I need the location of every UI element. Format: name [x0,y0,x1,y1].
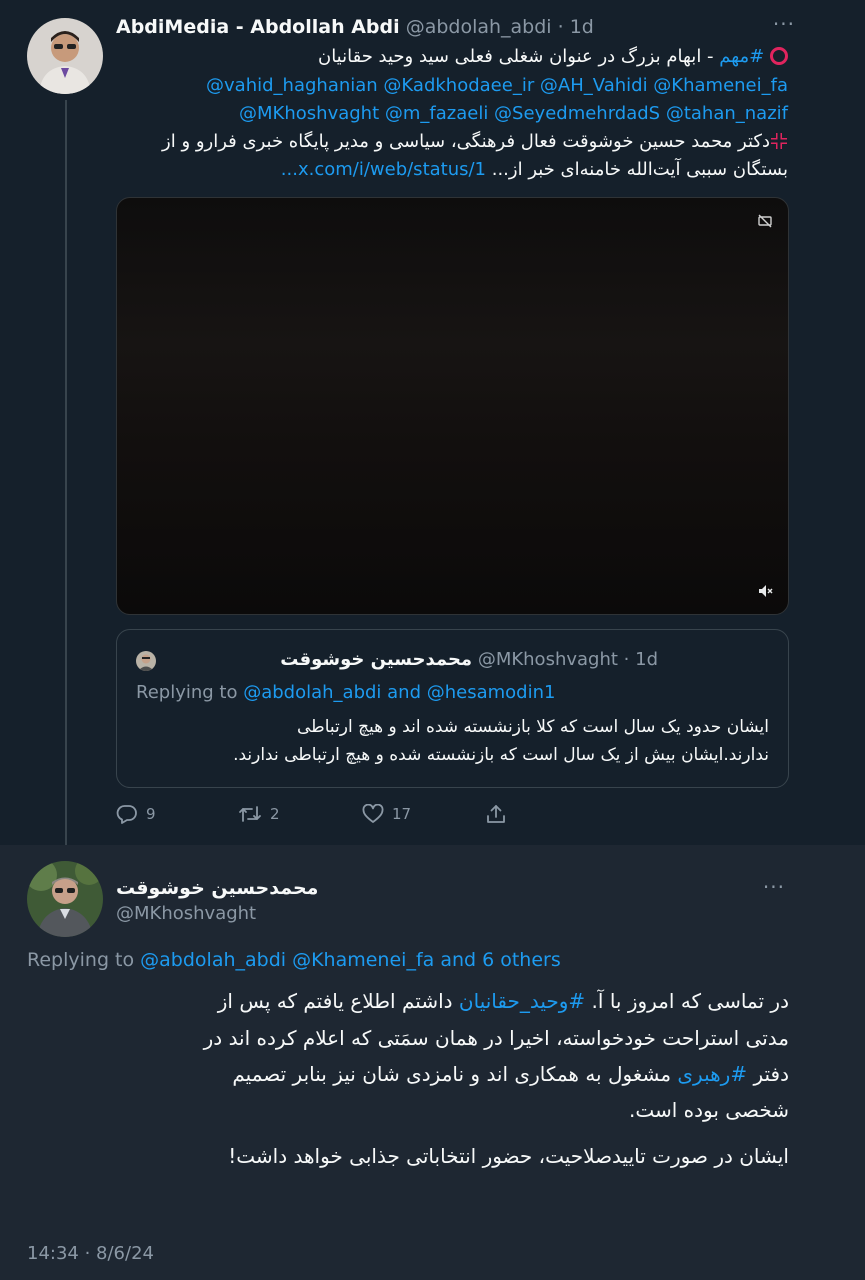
more-options-icon[interactable]: ··· [773,14,795,34]
thread-connector [65,100,67,845]
anger-icon [771,133,787,149]
reply-button[interactable]: 9 [116,804,156,824]
share-button[interactable] [486,804,506,824]
replying-to: Replying to @abdolah_abdi @Khamenei_fa a… [27,949,561,971]
hashtag-link[interactable]: #رهبری [677,1062,747,1086]
tweet-time[interactable]: · 1d [624,649,658,670]
heart-icon [362,804,384,823]
replying-to-links[interactable]: @abdolah_abdi @Khamenei_fa and 6 others [140,949,561,971]
avatar [136,651,156,671]
mute-icon[interactable] [758,584,774,598]
mentions-line[interactable]: @MKhoshvaght @m_fazaeli @SeyedmehrdadS @… [239,101,788,127]
more-options-icon[interactable]: ··· [763,877,785,897]
author-name[interactable]: AbdiMedia - Abdollah Abdi [116,16,400,38]
tweet-text-line: بستگان سببی آیت‌الله خامنه‌ای خبر از... … [280,159,788,180]
quote-text-line: ایشان حدود یک سال است که کلا بازنشسته شد… [297,717,769,737]
tweet-text-line: در تماسی که امروز با آ. #وحید_حقانیان دا… [217,989,789,1013]
like-count: 17 [392,805,412,823]
share-icon [487,805,505,823]
author-name[interactable]: محمدحسین خوشوقت [116,877,318,899]
video-player[interactable] [116,197,789,615]
quote-text-line: ندارند.ایشان بیش از یک سال است که بازنشس… [233,745,769,765]
tweet-text-line: مدتی استراحت خودخواسته، اخیرا در همان سم… [203,1026,789,1050]
like-button[interactable]: 17 [362,804,411,824]
retweet-button[interactable]: 2 [238,804,280,824]
tweet-header: AbdiMedia - Abdollah Abdi @abdolah_abdi … [116,16,594,38]
mentions-line[interactable]: @vahid_haghanian @Kadkhodaee_ir @AH_Vahi… [206,73,788,99]
author-handle[interactable]: @abdolah_abdi [406,16,552,38]
quality-icon[interactable] [758,214,772,228]
red-circle-icon [770,47,788,65]
quote-header: محمدحسین خوشوقت @MKhoshvaght · 1d [280,649,658,670]
hashtag-link[interactable]: #مهم [719,46,764,67]
quoted-tweet[interactable]: محمدحسین خوشوقت @MKhoshvaght · 1d Replyi… [116,629,789,788]
tweet-text-line: دکتر محمد حسین خوشوقت فعال فرهنگی، سیاسی… [162,129,788,155]
tweet-text-line: شخصی بوده است. [629,1098,789,1122]
avatar[interactable] [27,861,103,937]
tweet-time[interactable]: · 1d [558,16,594,38]
author-handle[interactable]: @MKhoshvaght [478,649,618,670]
focused-tweet: محمدحسین خوشوقت @MKhoshvaght ··· Replyin… [0,845,865,1280]
original-tweet[interactable]: AbdiMedia - Abdollah Abdi @abdolah_abdi … [0,0,865,845]
replying-to-links[interactable]: @abdolah_abdi and @hesamodin1 [243,682,555,703]
tweet-text-line: #مهم - ابهام بزرگ در عنوان شغلی فعلی سید… [318,44,788,70]
retweet-count: 2 [270,805,280,823]
author-handle[interactable]: @MKhoshvaght [116,903,256,924]
tweet-text-line: ایشان در صورت تاییدصلاحیت، حضور انتخابات… [228,1144,789,1168]
status-link[interactable]: x.com/i/web/status/1... [281,159,486,180]
author-name[interactable]: محمدحسین خوشوقت [280,649,472,670]
hashtag-link[interactable]: #وحید_حقانیان [459,989,585,1013]
tweet-actions: 9 2 17 [116,804,536,828]
tweet-timestamp[interactable]: 14:34 · 8/6/24 [27,1243,154,1264]
tweet-text-line: دفتر #رهبری مشغول به همکاری اند و نامزدی… [232,1062,789,1086]
reply-count: 9 [146,805,156,823]
retweet-icon [239,806,261,822]
reply-icon [116,805,137,824]
avatar[interactable] [27,18,103,94]
replying-to: Replying to @abdolah_abdi and @hesamodin… [136,682,556,703]
